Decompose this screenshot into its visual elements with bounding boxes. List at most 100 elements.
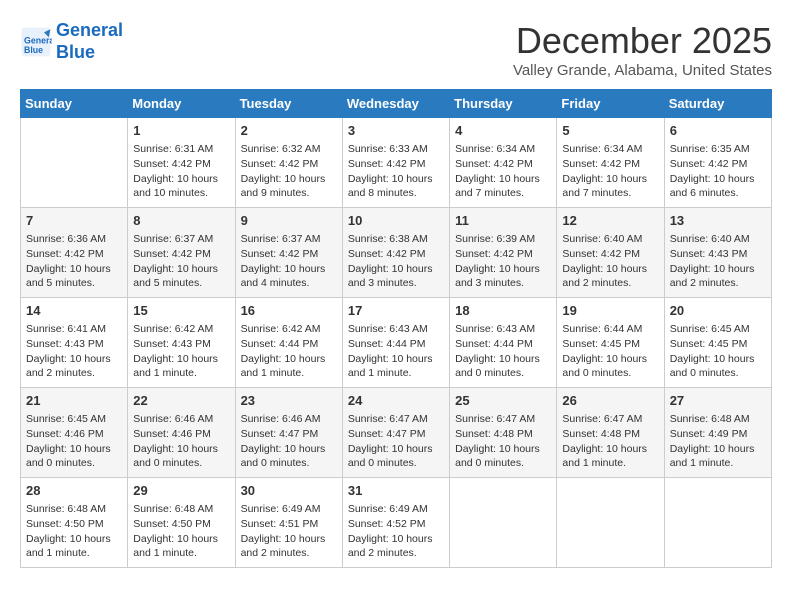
header-day-thursday: Thursday [450,90,557,118]
day-info: Sunrise: 6:48 AM Sunset: 4:50 PM Dayligh… [26,502,122,561]
day-info: Sunrise: 6:42 AM Sunset: 4:43 PM Dayligh… [133,322,229,381]
day-number: 5 [562,122,658,140]
calendar-cell: 29 Sunrise: 6:48 AM Sunset: 4:50 PM Dayli… [128,478,235,568]
logo-line2: Blue [56,42,95,62]
day-info: Sunrise: 6:34 AM Sunset: 4:42 PM Dayligh… [455,142,551,201]
day-info: Sunrise: 6:49 AM Sunset: 4:52 PM Dayligh… [348,502,444,561]
header-day-wednesday: Wednesday [342,90,449,118]
day-info: Sunrise: 6:36 AM Sunset: 4:42 PM Dayligh… [26,232,122,291]
calendar-cell: 7 Sunrise: 6:36 AM Sunset: 4:42 PM Daylig… [21,208,128,298]
calendar-week-5: 28Sunrise: 6:48 AM Sunset: 4:50 PM Dayli… [21,478,772,568]
calendar-cell: 4 Sunrise: 6:34 AM Sunset: 4:42 PM Daylig… [450,118,557,208]
day-number: 19 [562,302,658,320]
calendar-cell: 9 Sunrise: 6:37 AM Sunset: 4:42 PM Daylig… [235,208,342,298]
day-number: 26 [562,392,658,410]
day-info: Sunrise: 6:44 AM Sunset: 4:45 PM Dayligh… [562,322,658,381]
day-info: Sunrise: 6:35 AM Sunset: 4:42 PM Dayligh… [670,142,766,201]
day-number: 16 [241,302,337,320]
day-info: Sunrise: 6:46 AM Sunset: 4:46 PM Dayligh… [133,412,229,471]
day-number: 7 [26,212,122,230]
calendar-cell: 13Sunrise: 6:40 AM Sunset: 4:43 PM Dayli… [664,208,771,298]
calendar-cell [21,118,128,208]
calendar-header-row: SundayMondayTuesdayWednesdayThursdayFrid… [21,90,772,118]
header-day-tuesday: Tuesday [235,90,342,118]
calendar-cell: 27 Sunrise: 6:48 AM Sunset: 4:49 PM Dayli… [664,388,771,478]
calendar-week-3: 14Sunrise: 6:41 AM Sunset: 4:43 PM Dayli… [21,298,772,388]
header-day-monday: Monday [128,90,235,118]
day-number: 1 [133,122,229,140]
header-day-saturday: Saturday [664,90,771,118]
day-info: Sunrise: 6:49 AM Sunset: 4:51 PM Dayligh… [241,502,337,561]
day-number: 14 [26,302,122,320]
calendar-cell: 11Sunrise: 6:39 AM Sunset: 4:42 PM Dayli… [450,208,557,298]
calendar-week-1: 1Sunrise: 6:31 AM Sunset: 4:42 PM Daylig… [21,118,772,208]
header-day-friday: Friday [557,90,664,118]
day-number: 24 [348,392,444,410]
calendar-cell [557,478,664,568]
calendar-cell [664,478,771,568]
day-number: 21 [26,392,122,410]
day-number: 20 [670,302,766,320]
calendar-cell: 19 Sunrise: 6:44 AM Sunset: 4:45 PM Dayli… [557,298,664,388]
calendar-cell: 14Sunrise: 6:41 AM Sunset: 4:43 PM Dayli… [21,298,128,388]
day-number: 23 [241,392,337,410]
day-number: 29 [133,482,229,500]
logo: General Blue General Blue [20,20,123,63]
day-number: 18 [455,302,551,320]
day-info: Sunrise: 6:45 AM Sunset: 4:45 PM Dayligh… [670,322,766,381]
calendar-cell: 24 Sunrise: 6:47 AM Sunset: 4:47 PM Dayli… [342,388,449,478]
day-number: 3 [348,122,444,140]
day-number: 4 [455,122,551,140]
day-number: 9 [241,212,337,230]
day-info: Sunrise: 6:47 AM Sunset: 4:47 PM Dayligh… [348,412,444,471]
header-day-sunday: Sunday [21,90,128,118]
day-info: Sunrise: 6:47 AM Sunset: 4:48 PM Dayligh… [562,412,658,471]
calendar-cell: 1Sunrise: 6:31 AM Sunset: 4:42 PM Daylig… [128,118,235,208]
day-info: Sunrise: 6:38 AM Sunset: 4:42 PM Dayligh… [348,232,444,291]
calendar-cell: 15 Sunrise: 6:42 AM Sunset: 4:43 PM Dayli… [128,298,235,388]
calendar-cell: 16 Sunrise: 6:42 AM Sunset: 4:44 PM Dayli… [235,298,342,388]
day-number: 12 [562,212,658,230]
day-info: Sunrise: 6:40 AM Sunset: 4:42 PM Dayligh… [562,232,658,291]
title-block: December 2025 Valley Grande, Alabama, Un… [513,20,772,79]
day-number: 30 [241,482,337,500]
day-number: 15 [133,302,229,320]
calendar-cell: 3 Sunrise: 6:33 AM Sunset: 4:42 PM Daylig… [342,118,449,208]
day-number: 17 [348,302,444,320]
calendar-cell: 30 Sunrise: 6:49 AM Sunset: 4:51 PM Dayli… [235,478,342,568]
day-number: 31 [348,482,444,500]
calendar-cell: 5Sunrise: 6:34 AM Sunset: 4:42 PM Daylig… [557,118,664,208]
day-info: Sunrise: 6:33 AM Sunset: 4:42 PM Dayligh… [348,142,444,201]
day-number: 27 [670,392,766,410]
calendar-cell: 18Sunrise: 6:43 AM Sunset: 4:44 PM Dayli… [450,298,557,388]
day-info: Sunrise: 6:37 AM Sunset: 4:42 PM Dayligh… [133,232,229,291]
calendar-cell: 12 Sunrise: 6:40 AM Sunset: 4:42 PM Dayli… [557,208,664,298]
logo-line1: General [56,20,123,40]
calendar-cell: 22 Sunrise: 6:46 AM Sunset: 4:46 PM Dayli… [128,388,235,478]
day-number: 8 [133,212,229,230]
svg-text:General: General [24,35,52,45]
day-info: Sunrise: 6:48 AM Sunset: 4:50 PM Dayligh… [133,502,229,561]
svg-text:Blue: Blue [24,45,43,55]
calendar-cell: 2 Sunrise: 6:32 AM Sunset: 4:42 PM Daylig… [235,118,342,208]
day-number: 11 [455,212,551,230]
calendar-cell: 20 Sunrise: 6:45 AM Sunset: 4:45 PM Dayli… [664,298,771,388]
calendar-cell: 21Sunrise: 6:45 AM Sunset: 4:46 PM Dayli… [21,388,128,478]
calendar-cell: 31 Sunrise: 6:49 AM Sunset: 4:52 PM Dayli… [342,478,449,568]
day-info: Sunrise: 6:48 AM Sunset: 4:49 PM Dayligh… [670,412,766,471]
day-info: Sunrise: 6:43 AM Sunset: 4:44 PM Dayligh… [348,322,444,381]
location: Valley Grande, Alabama, United States [513,62,772,79]
day-info: Sunrise: 6:32 AM Sunset: 4:42 PM Dayligh… [241,142,337,201]
page-header: General Blue General Blue December 2025 … [20,20,772,79]
day-info: Sunrise: 6:42 AM Sunset: 4:44 PM Dayligh… [241,322,337,381]
calendar-week-4: 21Sunrise: 6:45 AM Sunset: 4:46 PM Dayli… [21,388,772,478]
calendar-cell: 6Sunrise: 6:35 AM Sunset: 4:42 PM Daylig… [664,118,771,208]
day-number: 22 [133,392,229,410]
day-number: 2 [241,122,337,140]
day-info: Sunrise: 6:47 AM Sunset: 4:48 PM Dayligh… [455,412,551,471]
calendar-cell: 10Sunrise: 6:38 AM Sunset: 4:42 PM Dayli… [342,208,449,298]
day-info: Sunrise: 6:37 AM Sunset: 4:42 PM Dayligh… [241,232,337,291]
day-info: Sunrise: 6:40 AM Sunset: 4:43 PM Dayligh… [670,232,766,291]
calendar-cell: 23Sunrise: 6:46 AM Sunset: 4:47 PM Dayli… [235,388,342,478]
logo-text: General Blue [56,20,123,63]
